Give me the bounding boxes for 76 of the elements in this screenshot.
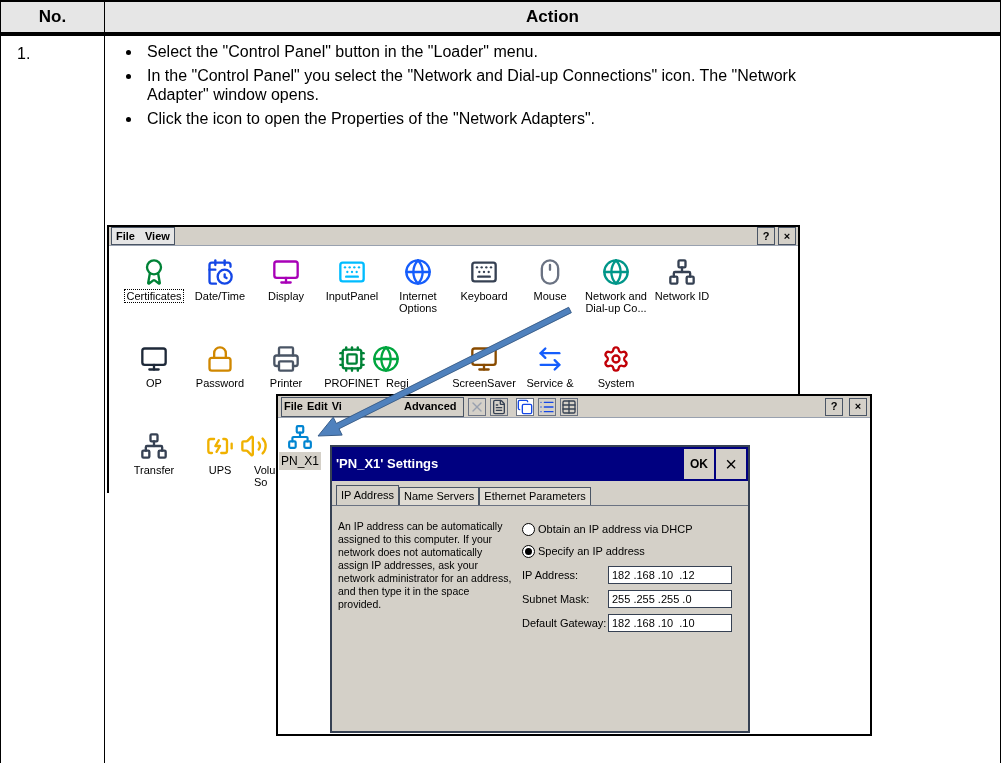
control-panel-item[interactable]: System: [595, 376, 637, 390]
large-icons-view-icon[interactable]: [515, 397, 534, 416]
monitor-icon: [272, 258, 300, 286]
details-view-icon[interactable]: [559, 397, 578, 416]
field-label: Default Gateway:: [522, 615, 608, 631]
settings-icon: [602, 345, 630, 373]
radio-button[interactable]: [522, 544, 535, 558]
tab[interactable]: IP Address: [336, 485, 399, 505]
close-button[interactable]: ×: [716, 449, 746, 479]
control-panel-item[interactable]: Regi: [384, 376, 411, 390]
menu-item[interactable]: Advanced: [403, 398, 457, 415]
control-panel-item[interactable]: Transfer: [131, 463, 177, 477]
instruction-text: In the "Control Panel" you select the "Network and Dial-up Connections" icon. The "Network Adapter" window opens.: [147, 66, 797, 104]
step-number: 1.: [17, 45, 31, 62]
bullet-icon: [126, 50, 131, 55]
bullet-icon: [126, 117, 131, 122]
globe-icon: [404, 258, 432, 286]
tab[interactable]: Name Servers: [399, 487, 480, 505]
field-label: IP Address:: [522, 567, 580, 583]
control-panel-item[interactable]: Mouse: [531, 289, 569, 303]
printer-icon: [272, 345, 300, 373]
close-button[interactable]: ×: [778, 227, 796, 245]
ok-button[interactable]: OK: [684, 449, 714, 479]
dialog-title: 'PN_X1' Settings: [336, 455, 439, 474]
chip-icon: [338, 345, 366, 373]
monitor-icon: [140, 345, 168, 373]
control-panel-item[interactable]: Network ID: [652, 289, 712, 303]
help-button[interactable]: ?: [825, 397, 843, 416]
control-panel-item[interactable]: Printer: [267, 376, 305, 390]
ip-input-field[interactable]: 255 .255 .255 .0: [608, 590, 732, 608]
network-icon: [668, 258, 696, 286]
menu-item[interactable]: Edit: [306, 398, 328, 415]
control-panel-item[interactable]: UPS: [206, 463, 234, 477]
menu-item[interactable]: File: [116, 227, 135, 245]
list-view-icon[interactable]: [537, 397, 556, 416]
control-panel-item[interactable]: Certificates: [124, 289, 184, 303]
close-button[interactable]: ×: [849, 397, 867, 416]
instruction-text: Select the "Control Panel" button in the "Loader" menu.: [147, 42, 539, 61]
ip-input-field[interactable]: 182 .168 .10 .12: [608, 566, 732, 584]
control-panel-item[interactable]: Volu So: [252, 463, 278, 489]
monitor-icon: [470, 345, 498, 373]
column-header: Action: [526, 6, 579, 29]
control-panel-item[interactable]: Network and Dial-up Co...: [583, 289, 649, 315]
control-panel-item[interactable]: Keyboard: [458, 289, 510, 303]
calendar-clock-icon: [206, 258, 234, 286]
network-icon: [140, 432, 168, 460]
control-panel-item[interactable]: Display: [265, 289, 307, 303]
adapter-item[interactable]: PN_X1: [279, 452, 321, 470]
control-panel-item[interactable]: Internet Options: [397, 289, 439, 315]
radio-button[interactable]: [522, 522, 535, 536]
instruction-text: Click the icon to open the Properties of the "Network Adapters".: [147, 109, 597, 128]
control-panel-item[interactable]: Date/Time: [192, 289, 248, 303]
radio-label: Specify an IP address: [538, 543, 645, 559]
radio-label: Obtain an IP address via DHCP: [538, 521, 693, 537]
menu-item[interactable]: File: [284, 398, 303, 415]
description-text: An IP address can be automatically assigned to this computer. If your network does not automatically assign IP addresses, ask your network administrator for an address, and then type it in the space provided.: [338, 520, 513, 612]
control-panel-item[interactable]: ScreenSaver: [450, 376, 518, 390]
control-panel-item[interactable]: OP: [144, 376, 164, 390]
control-panel-item[interactable]: InputPanel: [323, 289, 381, 303]
control-panel-item[interactable]: Password: [193, 376, 247, 390]
properties-icon[interactable]: [489, 397, 508, 416]
menu-item[interactable]: Vi: [331, 398, 342, 415]
globe-icon: [602, 258, 630, 286]
delete-icon[interactable]: [467, 397, 486, 416]
lock-icon: [206, 345, 234, 373]
globe-icon: [372, 345, 400, 373]
ip-input-field[interactable]: 182 .168 .10 .10: [608, 614, 732, 632]
field-label: Subnet Mask:: [522, 591, 591, 607]
tab[interactable]: Ethernet Parameters: [479, 487, 591, 505]
control-panel-item[interactable]: PROFINET: [322, 376, 382, 390]
bullet-icon: [126, 74, 131, 79]
help-button[interactable]: ?: [757, 227, 775, 245]
control-panel-item[interactable]: Service &: [524, 376, 576, 390]
menu-item[interactable]: View: [144, 227, 170, 245]
network-adapter-icon: [287, 424, 313, 450]
column-header: No.: [38, 6, 67, 29]
